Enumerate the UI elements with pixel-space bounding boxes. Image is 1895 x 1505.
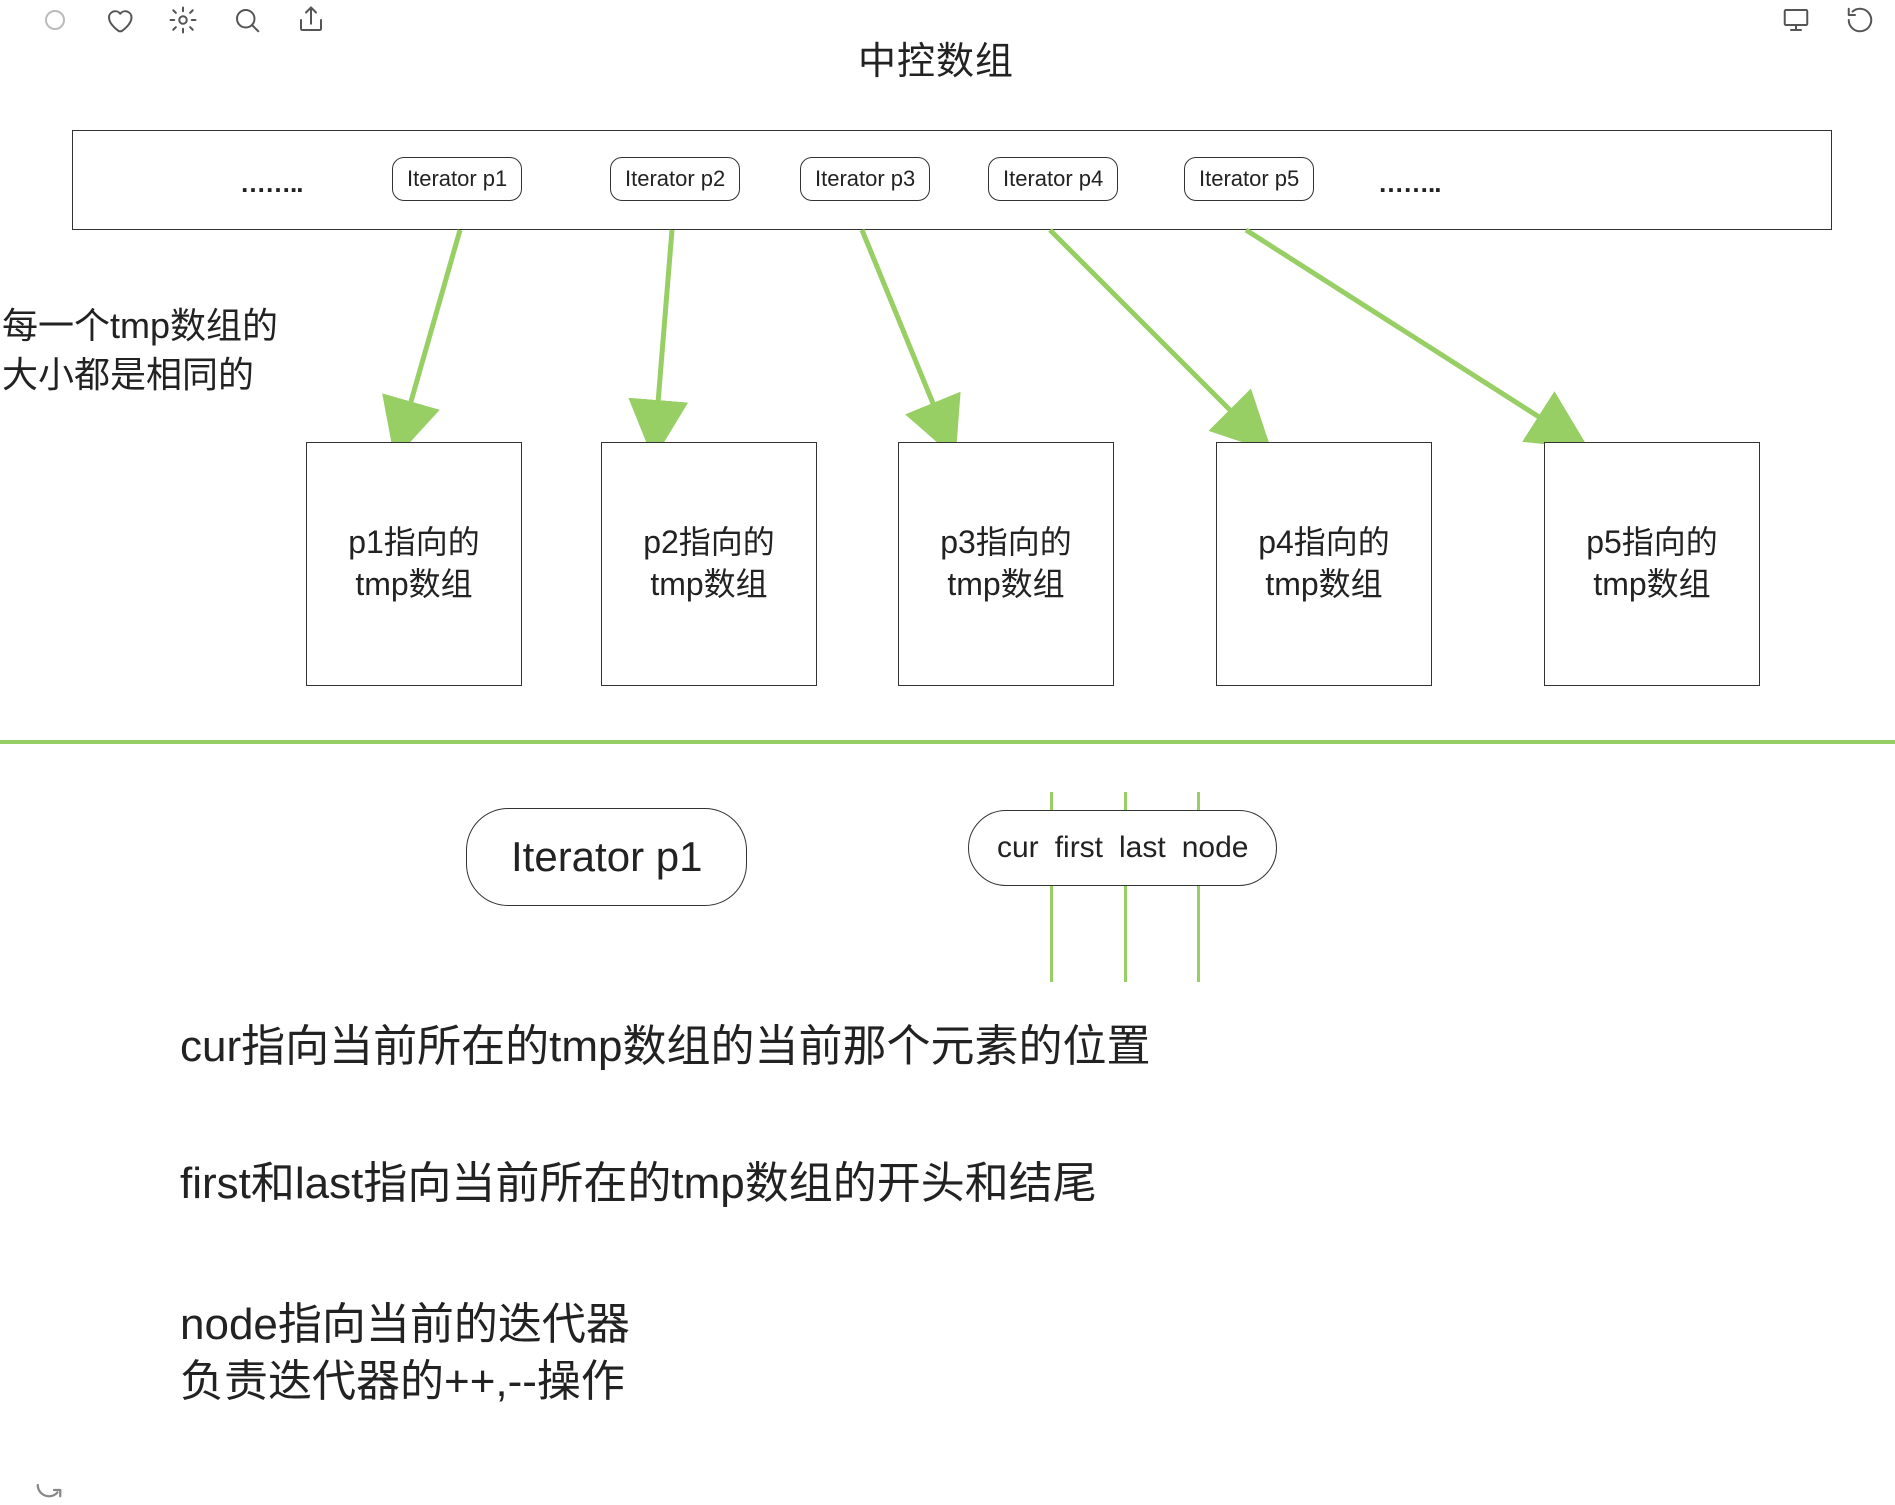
tmp-box-line2: tmp数组: [1265, 564, 1382, 606]
field-node: node: [1182, 831, 1249, 865]
iterator-chip-p3: Iterator p3: [800, 157, 930, 201]
section-divider: [0, 740, 1895, 744]
tmp-box-line1: p5指向的: [1586, 522, 1718, 564]
tmp-box-p3: p3指向的 tmp数组: [898, 442, 1114, 686]
tmp-box-p4: p4指向的 tmp数组: [1216, 442, 1432, 686]
iterator-chip-p5: Iterator p5: [1184, 157, 1314, 201]
desc-node: node指向当前的迭代器 负责迭代器的++,--操作: [180, 1296, 630, 1410]
tmp-box-line1: p2指向的: [643, 522, 775, 564]
tmp-box-p2: p2指向的 tmp数组: [601, 442, 817, 686]
diagram-title: 中控数组: [858, 30, 1014, 85]
iterator-fields-pill: cur first last node: [968, 810, 1277, 886]
redo-icon[interactable]: [34, 1470, 64, 1505]
iterator-chip-p2: Iterator p2: [610, 157, 740, 201]
tmp-box-line2: tmp数组: [355, 564, 472, 606]
iterator-chip-p4: Iterator p4: [988, 157, 1118, 201]
desc-node-line1: node指向当前的迭代器: [180, 1296, 630, 1353]
desc-cur: cur指向当前所在的tmp数组的当前那个元素的位置: [180, 1018, 1150, 1075]
sidenote-text: 每一个tmp数组的 大小都是相同的: [2, 302, 278, 399]
sidenote-line2: 大小都是相同的: [2, 351, 278, 400]
detail-iterator-pill: Iterator p1: [466, 808, 747, 906]
field-cur: cur: [997, 831, 1039, 865]
desc-firstlast: first和last指向当前所在的tmp数组的开头和结尾: [180, 1155, 1097, 1212]
field-first: first: [1055, 831, 1103, 865]
tmp-box-line2: tmp数组: [947, 564, 1064, 606]
field-last: last: [1119, 831, 1166, 865]
tmp-box-line1: p4指向的: [1258, 522, 1390, 564]
tmp-box-p5: p5指向的 tmp数组: [1544, 442, 1760, 686]
tmp-box-line1: p1指向的: [348, 522, 480, 564]
desc-node-line2: 负责迭代器的++,--操作: [180, 1353, 630, 1410]
tmp-box-line2: tmp数组: [1593, 564, 1710, 606]
tmp-box-p1: p1指向的 tmp数组: [306, 442, 522, 686]
dots-right: ……..: [1378, 168, 1440, 199]
control-array-box: [72, 130, 1832, 230]
dots-left: ……..: [240, 168, 302, 199]
tmp-box-line2: tmp数组: [650, 564, 767, 606]
iterator-chip-p1: Iterator p1: [392, 157, 522, 201]
tmp-box-line1: p3指向的: [940, 522, 1072, 564]
sidenote-line1: 每一个tmp数组的: [2, 302, 278, 351]
